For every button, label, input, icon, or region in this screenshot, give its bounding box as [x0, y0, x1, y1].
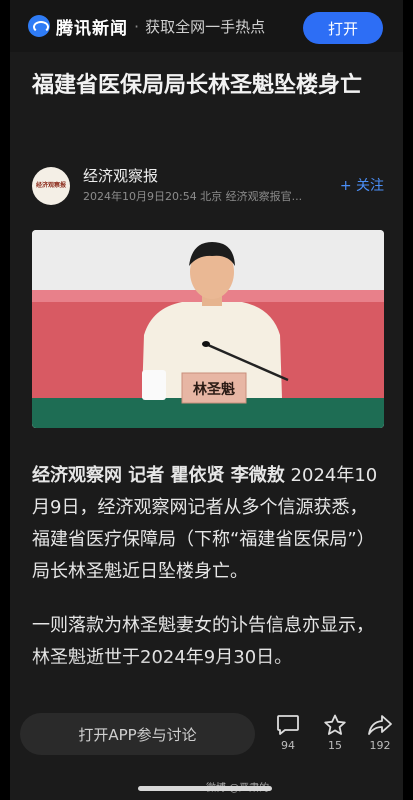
open-app-button[interactable]: 打开: [303, 12, 383, 44]
share-icon: [368, 715, 392, 735]
separator: ·: [134, 16, 140, 36]
share-count: 192: [369, 739, 391, 752]
paragraph-1: 经济观察网 记者 瞿依贤 李微敖 2024年10月9日，经济观察网记者从多个信源…: [32, 460, 384, 588]
share-action[interactable]: 192: [360, 714, 400, 752]
banner-slogan: 获取全网一手热点: [145, 17, 266, 36]
author-name[interactable]: 经济观察报: [83, 165, 158, 186]
author-row: 经济观察报 经济观察报 2024年10月9日20:54 北京 经济观察报官...…: [32, 165, 392, 207]
follow-button[interactable]: + 关注: [340, 175, 384, 195]
nameplate-text: 林圣魁: [193, 381, 235, 398]
app-screen: 腾讯新闻 · 获取全网一手热点 打开 福建省医保局局长林圣魁坠楼身亡 经济观察报…: [10, 0, 403, 800]
byline: 经济观察网 记者 瞿依贤 李微敖: [32, 465, 285, 486]
tencent-news-logo-icon: [28, 15, 50, 37]
article-title: 福建省医保局局长林圣魁坠楼身亡: [32, 73, 363, 98]
comment-count: 94: [281, 739, 295, 752]
author-avatar[interactable]: 经济观察报: [32, 167, 70, 205]
comment-icon: [277, 715, 299, 735]
comment-action[interactable]: 94: [268, 714, 308, 752]
article-photo[interactable]: 林圣魁: [32, 230, 384, 428]
publish-meta: 2024年10月9日20:54 北京 经济观察报官...: [83, 190, 303, 203]
home-indicator[interactable]: [138, 786, 272, 791]
favorite-action[interactable]: 15: [315, 714, 355, 752]
app-download-banner[interactable]: 腾讯新闻 · 获取全网一手热点 打开: [10, 0, 403, 52]
discuss-button[interactable]: 打开APP参与讨论: [20, 713, 255, 755]
avatar-text: 经济观察报: [35, 182, 66, 189]
star-icon: [324, 714, 346, 735]
brand-name: 腾讯新闻: [56, 18, 128, 39]
bottom-action-bar: 打开APP参与讨论 94 15 192 微博 @严肃的: [10, 700, 403, 800]
favorite-count: 15: [328, 739, 342, 752]
